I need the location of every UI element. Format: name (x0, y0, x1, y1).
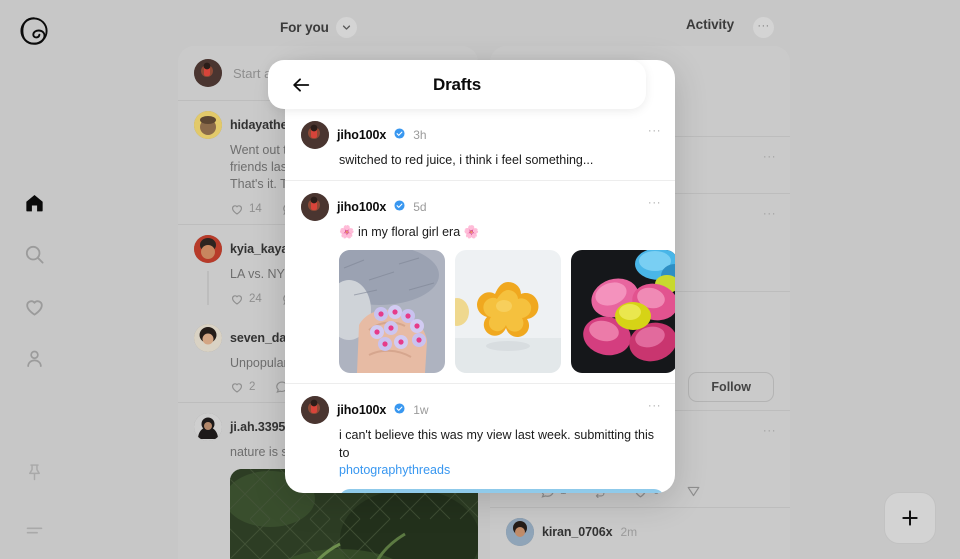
activity-more-options-button[interactable]: ··· (753, 17, 774, 38)
sidebar-item-search[interactable] (12, 234, 56, 274)
draft-username[interactable]: jiho100x (337, 403, 386, 417)
drafts-list: ··· jiho100x 3h switched to red juice, i… (285, 109, 675, 493)
chevron-down-icon[interactable] (335, 17, 357, 38)
draft-media-row (339, 250, 675, 373)
avatar[interactable] (301, 192, 329, 221)
sidebar-item-home[interactable] (12, 182, 56, 222)
verified-badge-icon (394, 126, 405, 144)
sidebar-nav (0, 182, 68, 378)
draft-text: switched to red juice, i think i feel so… (339, 153, 594, 167)
avatar[interactable] (506, 517, 534, 546)
threads-logo-icon[interactable] (19, 16, 49, 46)
verified-badge-icon (394, 198, 405, 216)
feed-tab-label: For you (280, 20, 329, 35)
draft-item[interactable]: ··· jiho100x (285, 109, 675, 180)
draft-text: 🌸 in my floral girl era 🌸 (339, 224, 480, 239)
foil-flower-balloon-photo[interactable] (571, 250, 675, 373)
draft-more-icon[interactable]: ··· (648, 195, 661, 209)
share-button[interactable] (686, 484, 701, 499)
threads-app-window: For you Activity ··· Start a thread... (0, 0, 960, 559)
draft-text: i can't believe this was my view last we… (339, 428, 655, 460)
avatar[interactable] (194, 111, 222, 139)
compose-fab-button[interactable] (884, 492, 936, 544)
avatar[interactable] (194, 323, 222, 352)
flower-jelly-photo[interactable] (455, 250, 561, 373)
coastal-view-photo[interactable] (339, 488, 665, 493)
drafts-modal-header: Drafts (268, 60, 646, 109)
activity-item[interactable]: kiran_0706x 2m (490, 508, 790, 554)
avatar[interactable] (194, 413, 222, 442)
activity-time: 2m (620, 524, 638, 539)
draft-username[interactable]: jiho100x (337, 200, 386, 214)
follow-button[interactable]: Follow (688, 372, 774, 402)
thread-connector (207, 270, 209, 305)
sidebar-item-activity[interactable] (12, 286, 56, 326)
arrow-left-icon[interactable] (284, 68, 318, 102)
beaded-flower-ring-photo[interactable] (339, 250, 445, 373)
draft-header: jiho100x 5d (301, 192, 659, 221)
avatar[interactable] (301, 396, 329, 424)
draft-time: 3h (413, 128, 427, 142)
drafts-modal-title: Drafts (433, 74, 481, 94)
like-button[interactable]: 24 (230, 292, 262, 306)
draft-item[interactable]: ··· jiho100x (285, 181, 675, 384)
like-button[interactable]: 14 (230, 202, 262, 216)
activity-more-icon[interactable]: ··· (763, 423, 776, 437)
draft-username[interactable]: jiho100x (337, 128, 386, 142)
like-count: 24 (249, 292, 262, 305)
sidebar-bottom-nav (0, 452, 68, 550)
draft-item[interactable]: ··· jiho100x (285, 384, 675, 493)
feed-tab-selector[interactable]: For you (280, 17, 357, 38)
draft-more-icon[interactable]: ··· (648, 398, 661, 412)
left-sidebar (0, 0, 68, 559)
draft-time: 1w (413, 403, 429, 417)
activity-title: Activity (686, 17, 734, 32)
avatar[interactable] (301, 121, 329, 149)
menu-icon[interactable] (12, 510, 56, 550)
like-count: 14 (249, 202, 262, 215)
draft-more-icon[interactable]: ··· (648, 123, 661, 137)
draft-header: jiho100x 1w (301, 396, 659, 424)
verified-badge-icon (394, 401, 405, 419)
activity-more-icon[interactable]: ··· (763, 206, 776, 220)
activity-more-icon[interactable]: ··· (763, 149, 776, 163)
like-button[interactable]: 2 (230, 380, 255, 394)
activity-header: Activity (560, 17, 860, 32)
activity-header: kiran_0706x 2m (506, 517, 774, 546)
draft-time: 5d (413, 199, 427, 214)
pin-icon[interactable] (12, 452, 56, 492)
like-count: 2 (249, 381, 256, 394)
drafts-modal: ··· jiho100x 3h switched to red juice, i… (285, 60, 675, 493)
draft-text-wrapper: i can't believe this was my view last we… (339, 427, 659, 480)
activity-username[interactable]: kiran_0706x (542, 525, 613, 539)
sidebar-item-profile[interactable] (12, 338, 56, 378)
post-username[interactable]: ji.ah.3395 (230, 420, 285, 434)
avatar[interactable] (194, 234, 222, 263)
current-user-avatar[interactable] (194, 59, 222, 87)
draft-hashtag-link[interactable]: photographythreads (339, 463, 450, 477)
draft-header: jiho100x 3h (301, 121, 659, 149)
